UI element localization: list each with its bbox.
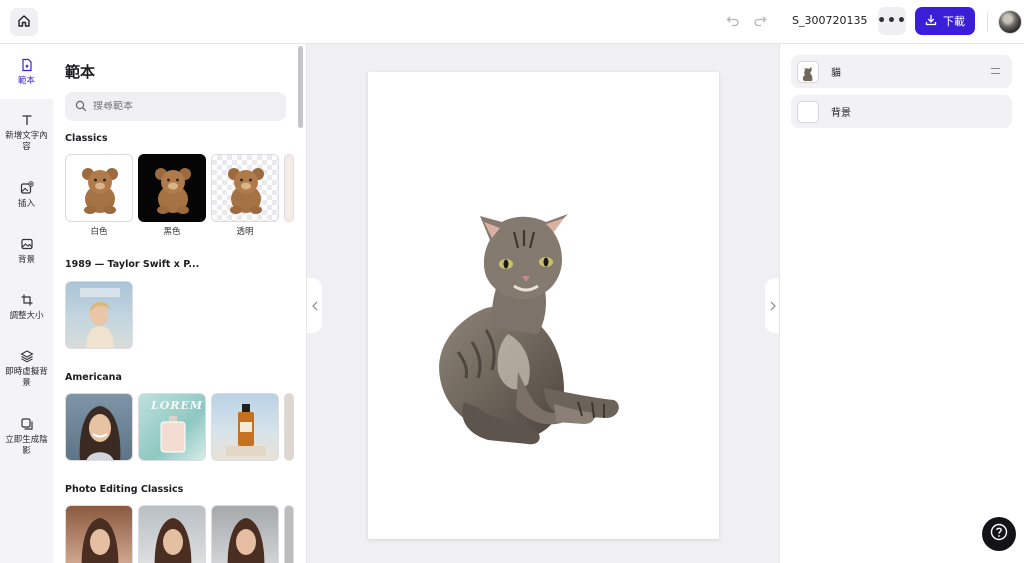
- section-title-classics: Classics: [65, 133, 108, 144]
- section-title-photo-editing: Photo Editing Classics: [65, 484, 184, 495]
- woman-portrait-image: [79, 406, 121, 460]
- rail-label: 新增文字內容: [5, 131, 48, 152]
- background-image-icon: [19, 236, 35, 252]
- template-thumb-white[interactable]: [65, 154, 133, 222]
- undo-button[interactable]: [724, 13, 742, 31]
- template-thumb-americana-bottle[interactable]: [211, 393, 279, 461]
- panel-scrollbar[interactable]: [298, 46, 303, 128]
- rail-item-instant-shadow[interactable]: 立即生成陰影: [0, 416, 53, 457]
- rail-item-resize[interactable]: 調整大小: [0, 292, 53, 322]
- template-thumb-photo-1[interactable]: [65, 505, 133, 563]
- template-thumb-americana-perfume[interactable]: LOREM: [138, 393, 206, 461]
- amber-bottle-image: [226, 404, 266, 456]
- rail-label: 背景: [17, 255, 35, 265]
- teddy-bear-image: [82, 168, 118, 214]
- layer-thumbnail-background: [797, 100, 819, 123]
- template-thumb-photo-2[interactable]: [138, 505, 206, 563]
- rail-item-insert[interactable]: 插入: [0, 180, 53, 210]
- search-icon: [75, 97, 87, 116]
- rail-label: 即時虛擬背景: [5, 367, 48, 388]
- layer-thumbnail-cat: [797, 60, 819, 83]
- collapse-right-panel-button[interactable]: [765, 278, 780, 333]
- teddy-bear-image: [155, 168, 191, 214]
- search-input[interactable]: [93, 101, 263, 112]
- layers-panel: 貓 背景: [779, 44, 1024, 563]
- layer-row-cat[interactable]: 貓: [791, 55, 1012, 88]
- redo-icon: [753, 13, 767, 32]
- template-label: 黑色: [163, 227, 181, 237]
- download-icon: [925, 14, 937, 29]
- layer-row-background[interactable]: 背景: [791, 95, 1012, 128]
- template-label: 透明: [236, 227, 254, 237]
- help-question-icon: [990, 523, 1008, 545]
- download-button[interactable]: 下載: [915, 7, 975, 35]
- cat-cutout-image[interactable]: [368, 72, 719, 539]
- layer-name: 貓: [831, 68, 841, 79]
- collapse-left-panel-button[interactable]: [307, 278, 322, 333]
- template-file-icon: [19, 57, 35, 73]
- template-label: 白色: [90, 227, 108, 237]
- layer-name: 背景: [831, 108, 851, 119]
- help-button[interactable]: [982, 517, 1016, 551]
- rail-item-add-text[interactable]: 新增文字內容: [0, 112, 53, 153]
- crop-icon: [19, 292, 35, 308]
- user-avatar[interactable]: [998, 10, 1022, 34]
- rail-item-templates[interactable]: 範本: [0, 44, 53, 99]
- download-label: 下載: [943, 15, 965, 28]
- layers-icon: [19, 348, 35, 364]
- redo-button[interactable]: [751, 13, 769, 31]
- rail-label: 立即生成陰影: [5, 435, 48, 456]
- section-title-americana: Americana: [65, 372, 122, 383]
- template-thumb-photo-3[interactable]: [211, 505, 279, 563]
- woman-photo-image: [227, 518, 265, 563]
- home-icon: [17, 13, 31, 32]
- templates-panel: 範本 Classics 白色 黑色: [53, 44, 307, 563]
- design-canvas[interactable]: [368, 72, 719, 539]
- rail-label: 調整大小: [9, 311, 44, 321]
- portrait-image: [80, 288, 120, 348]
- template-thumb-black[interactable]: [138, 154, 206, 222]
- template-thumb-partial[interactable]: [284, 393, 294, 461]
- template-thumb-americana-portrait[interactable]: [65, 393, 133, 461]
- more-options-button[interactable]: •••: [877, 7, 906, 35]
- teddy-bear-image: [228, 168, 264, 214]
- chevron-left-icon: [311, 296, 319, 315]
- chevron-right-icon: [769, 296, 777, 315]
- template-thumb-transparent[interactable]: [211, 154, 279, 222]
- template-search[interactable]: [65, 92, 286, 121]
- rail-item-instant-backdrop[interactable]: 即時虛擬背景: [0, 348, 53, 389]
- rail-label: 插入: [17, 199, 35, 209]
- panel-title: 範本: [65, 63, 96, 81]
- undo-icon: [726, 13, 740, 32]
- drag-handle-icon[interactable]: [991, 68, 1000, 74]
- file-name[interactable]: S_300720135: [792, 14, 867, 27]
- template-thumb-partial[interactable]: [284, 154, 294, 222]
- rail-label: 範本: [17, 76, 35, 86]
- text-icon: [19, 112, 35, 128]
- section-title-1989: 1989 — Taylor Swift x P...: [65, 259, 200, 270]
- header-divider: [987, 12, 988, 32]
- rail-item-background[interactable]: 背景: [0, 236, 53, 266]
- woman-photo-image: [81, 518, 119, 563]
- template-thumb-partial[interactable]: [284, 505, 294, 563]
- top-bar: S_300720135 ••• 下載: [0, 0, 1024, 44]
- woman-photo-image: [154, 518, 192, 563]
- left-tool-rail: 範本 新增文字內容 插入 背景 調整大小 即時虛擬背景 立即生成陰影: [0, 44, 53, 563]
- perfume-bottle-image: [160, 416, 186, 453]
- shadow-icon: [19, 416, 35, 432]
- home-button[interactable]: [10, 8, 38, 36]
- template-thumb-1989[interactable]: [65, 281, 133, 349]
- image-add-icon: [19, 180, 35, 196]
